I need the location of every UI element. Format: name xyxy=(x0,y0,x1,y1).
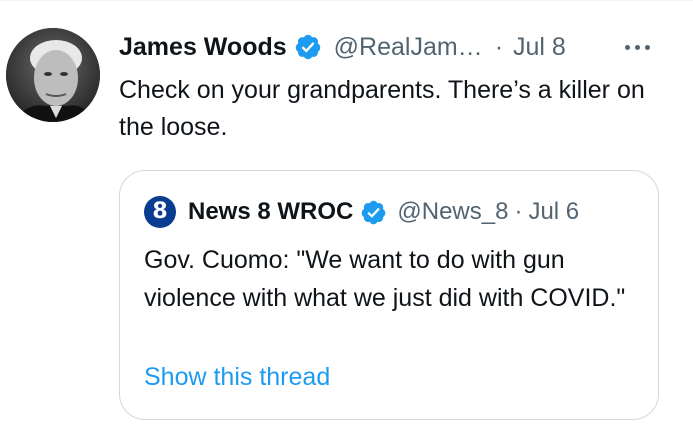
top-divider xyxy=(0,0,693,1)
tweet-text: Check on your grandparents. There’s a ki… xyxy=(119,76,645,141)
more-dot xyxy=(644,44,650,50)
avatar[interactable] xyxy=(6,28,100,122)
author-photo xyxy=(6,28,100,122)
quoted-tweet[interactable]: 8 News 8 WROC @News_8 · Jul 6 Gov. Cuomo… xyxy=(119,170,659,420)
more-horizontal-icon[interactable] xyxy=(617,30,657,64)
author-name[interactable]: James Woods xyxy=(119,33,287,62)
show-thread-link[interactable]: Show this thread xyxy=(144,363,330,392)
tweet-date[interactable]: Jul 8 xyxy=(513,33,566,62)
quoted-author-handle: @News_8 xyxy=(397,198,509,225)
separator-dot: · xyxy=(494,32,504,61)
quoted-tweet-date: Jul 6 xyxy=(528,198,580,225)
quoted-author-name: News 8 WROC xyxy=(188,198,354,225)
author-handle[interactable]: @RealJam… xyxy=(334,33,483,62)
tweet-header: James Woods @RealJam… · Jul 8 xyxy=(119,30,663,64)
more-dot xyxy=(634,44,640,50)
news8-logo: 8 xyxy=(152,199,168,224)
verified-badge-icon xyxy=(362,200,386,224)
verified-badge-icon xyxy=(295,34,320,60)
quoted-avatar: 8 xyxy=(144,196,176,228)
separator-dot: · xyxy=(514,198,523,225)
more-dot xyxy=(624,44,630,50)
quoted-tweet-header: 8 News 8 WROC @News_8 · Jul 6 xyxy=(144,195,579,229)
quoted-tweet-text: Gov. Cuomo: "We want to do with gun viol… xyxy=(144,246,626,312)
